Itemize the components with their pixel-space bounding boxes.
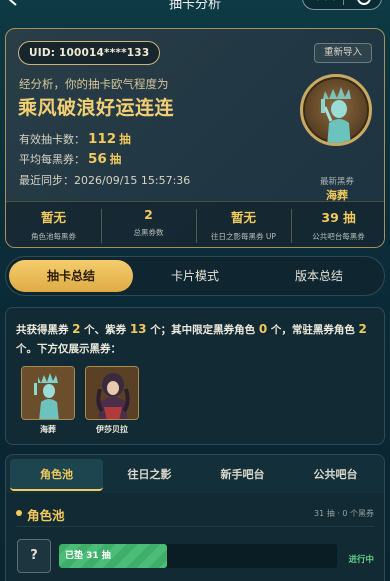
stat-label: 总黑券数 bbox=[133, 228, 164, 237]
black-ticket-count: 2 bbox=[72, 322, 81, 336]
pity-status: 进行中 bbox=[348, 555, 374, 565]
purple-ticket-count: 13 bbox=[129, 322, 147, 336]
last-sync-line: 最近同步：2026/09/15 15:57:36 bbox=[19, 172, 190, 188]
character-portrait bbox=[85, 366, 139, 420]
limited-black-count: 0 bbox=[258, 322, 268, 336]
pity-progress-text: 已垫 31 抽 bbox=[65, 551, 111, 561]
stat-total-black: 2 总黑券数 bbox=[101, 207, 196, 238]
reimport-button[interactable]: 重新导入 bbox=[313, 43, 372, 63]
last-sync-label: 最近同步： bbox=[19, 174, 74, 187]
overview-text: 共获得黑券 2 个、紫券 13 个；其中限定黑券角色 0 个，常驻黑券角色 2 … bbox=[16, 320, 376, 359]
standard-black-count: 2 bbox=[358, 322, 367, 336]
stat-label: 往日之影每黑券 UP bbox=[211, 232, 276, 241]
stat-shadow-up: 暂无 往日之影每黑券 UP bbox=[196, 207, 291, 242]
divider bbox=[16, 526, 374, 527]
latest-character-avatar[interactable] bbox=[300, 74, 372, 146]
dark-lady-character-icon bbox=[86, 367, 138, 419]
overview-segment: 个；其中限定黑券角色 bbox=[150, 324, 256, 336]
pool-section: 角色池 往日之影 新手吧台 公共吧台 角色池 31 抽 · 0 个黑券 ? 已垫… bbox=[5, 454, 385, 581]
pity-progress-bar: 已垫 31 抽 bbox=[59, 544, 337, 568]
stat-value: 暂无 bbox=[40, 210, 66, 225]
overview-segment: 共获得黑券 bbox=[16, 324, 69, 336]
effective-pulls-value: 112 bbox=[88, 131, 117, 147]
character-name: 伊莎贝拉 bbox=[96, 425, 128, 434]
pool-tab-newbie-bar[interactable]: 新手吧台 bbox=[196, 459, 289, 491]
uid-badge: UID: 100014****133 bbox=[18, 41, 161, 65]
pool-tabs: 角色池 往日之影 新手吧台 公共吧台 bbox=[6, 455, 384, 493]
avg-pulls-label: 平均每黑券： bbox=[19, 153, 85, 166]
pool-summary: 31 抽 · 0 个黑券 bbox=[314, 509, 374, 518]
luck-intro-text: 经分析，你的抽卡欧气程度为 bbox=[19, 77, 169, 91]
view-tabs: 抽卡总结 卡片模式 版本总结 bbox=[5, 256, 385, 296]
pool-tab-character[interactable]: 角色池 bbox=[10, 459, 103, 491]
bullet-dot-icon bbox=[16, 510, 22, 516]
gacha-overview-card: 共获得黑券 2 个、紫券 13 个；其中限定黑券角色 0 个，常驻黑券角色 2 … bbox=[5, 307, 385, 445]
stats-strip: 暂无 角色池每黑券 2 总黑券数 暂无 往日之影每黑券 UP 39 抽 公共吧台… bbox=[6, 201, 384, 247]
latest-black-ticket-label: 最新黑券 bbox=[319, 177, 354, 187]
overview-segment: 个。下方仅展示黑券： bbox=[16, 343, 121, 355]
effective-pulls-unit: 抽 bbox=[119, 132, 131, 146]
statue-character-icon bbox=[321, 87, 351, 143]
top-bar: 抽卡分析 bbox=[0, 0, 390, 12]
stat-value: 2 bbox=[144, 207, 153, 222]
pool-heading: 角色池 bbox=[27, 508, 65, 523]
stat-character-pool: 暂无 角色池每黑券 bbox=[6, 207, 101, 242]
character-portrait bbox=[21, 366, 75, 420]
more-icon[interactable] bbox=[315, 0, 337, 1]
overview-segment: 个、紫券 bbox=[84, 324, 127, 336]
overview-segment: 个，常驻黑券角色 bbox=[270, 324, 355, 336]
effective-pulls-label: 有效抽卡数： bbox=[19, 133, 85, 146]
capsule-divider bbox=[343, 0, 344, 5]
effective-pulls-line: 有效抽卡数： 112 抽 bbox=[19, 131, 131, 147]
stat-value: 暂无 bbox=[230, 210, 256, 225]
close-circle-icon[interactable] bbox=[357, 0, 371, 5]
tab-gacha-summary[interactable]: 抽卡总结 bbox=[9, 260, 133, 292]
unknown-character-slot: ? bbox=[17, 539, 51, 573]
avg-pulls-unit: 抽 bbox=[109, 152, 122, 166]
stat-label: 公共吧台每黑券 bbox=[312, 232, 365, 241]
mini-program-capsule[interactable] bbox=[302, 0, 382, 10]
luck-rating-title: 乘风破浪好运连连 bbox=[18, 97, 175, 119]
gacha-summary-card: UID: 100014****133 重新导入 经分析，你的抽卡欧气程度为 乘风… bbox=[5, 28, 385, 248]
character-card[interactable]: 伊莎贝拉 bbox=[85, 366, 139, 435]
pool-tab-public-bar[interactable]: 公共吧台 bbox=[289, 459, 382, 491]
tab-card-mode[interactable]: 卡片模式 bbox=[133, 260, 257, 292]
pool-tab-shadow[interactable]: 往日之影 bbox=[103, 459, 196, 491]
character-card[interactable]: 海葬 bbox=[21, 366, 75, 435]
last-sync-time: 2026/09/15 15:57:36 bbox=[74, 174, 191, 187]
stat-public-bar: 39 抽 公共吧台每黑券 bbox=[291, 207, 384, 242]
avg-pulls-line: 平均每黑券： 56 抽 bbox=[19, 151, 121, 167]
stat-label: 角色池每黑券 bbox=[31, 232, 76, 241]
stat-value: 39 抽 bbox=[321, 210, 356, 225]
statue-character-icon bbox=[22, 367, 74, 419]
tab-version-summary[interactable]: 版本总结 bbox=[257, 260, 381, 292]
character-name: 海葬 bbox=[40, 425, 56, 434]
avg-pulls-value: 56 bbox=[88, 151, 107, 167]
